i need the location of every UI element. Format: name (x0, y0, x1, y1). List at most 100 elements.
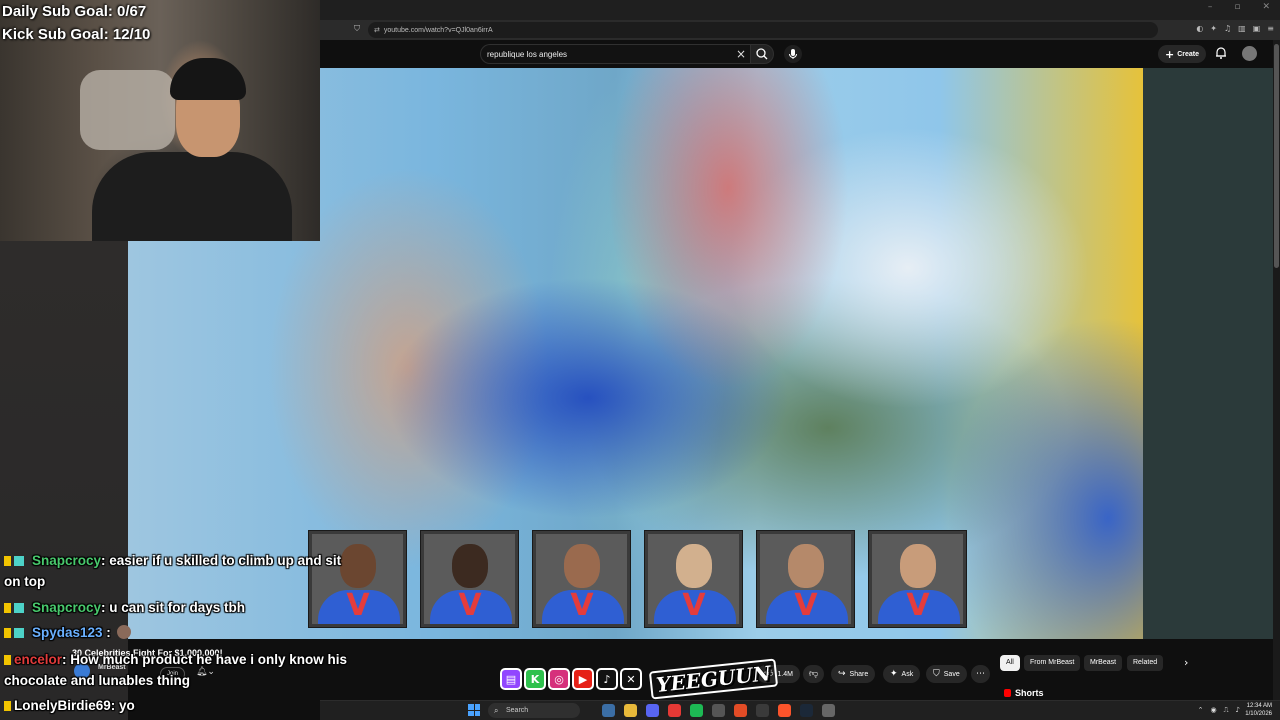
chip-from-mrbeast[interactable]: From MrBeast (1024, 655, 1081, 671)
chevron-right-icon[interactable]: › (1184, 656, 1188, 669)
tray-app-icon[interactable]: ◉ (1211, 706, 1217, 715)
minimize-button[interactable]: – (1208, 2, 1213, 12)
thumbs-down-icon: 👎︎ (809, 669, 819, 679)
sidebar-icon[interactable]: ▥ (1238, 24, 1246, 33)
contestant-card: V (309, 531, 406, 627)
address-bar-row: ⛉ ⇄ youtube.com/watch?v=QJl0an6irrA ◐ ✦ … (320, 20, 1280, 40)
search-input-value[interactable]: republique los angeles (487, 50, 567, 59)
create-button[interactable]: + Create (1158, 45, 1207, 63)
shorts-label: Shorts (1015, 688, 1044, 698)
contestant-face (788, 544, 824, 588)
dislike-button[interactable]: 👎︎ (803, 665, 825, 683)
address-bar[interactable]: ⇄ youtube.com/watch?v=QJl0an6irrA (368, 22, 1158, 38)
obs-icon[interactable] (712, 704, 725, 717)
ask-button[interactable]: ✦ Ask (883, 665, 921, 683)
maximize-button[interactable]: ▫ (1234, 2, 1240, 12)
media-app-icon[interactable] (668, 704, 681, 717)
chat-text: : u can sit for days tbh (101, 600, 246, 615)
video-side-panel (1143, 68, 1273, 639)
save-label: Save (943, 670, 960, 678)
bookmark-icon[interactable]: ⛉ (354, 24, 360, 34)
clear-search-icon[interactable]: × (736, 47, 746, 61)
kick-icon: K (524, 668, 546, 690)
subscription-bell-icon[interactable]: 🔔︎⌄ (196, 667, 215, 677)
chip-mrbeast[interactable]: MrBeast (1084, 655, 1123, 671)
contestant-card: V (757, 531, 854, 627)
more-actions-button[interactable]: ⋯ (971, 665, 990, 683)
scrollbar-thumb[interactable] (1274, 44, 1279, 268)
tiktok-icon: ♪ (596, 668, 618, 690)
chat-username: Snapcrocy (32, 600, 102, 615)
window-controls: – ▫ ✕ (1208, 2, 1270, 12)
sub-badge-icon (4, 628, 11, 638)
extensions-icon[interactable]: ✦ (1210, 24, 1217, 33)
contestant-card: V (645, 531, 742, 627)
share-icon: ↪ (838, 669, 846, 679)
contestant-face (340, 544, 376, 588)
taskbar-search[interactable]: ⌕ Search (488, 703, 580, 718)
kick-sub-goal: Kick Sub Goal: 12/10 (2, 26, 151, 43)
chrome-icon[interactable] (734, 704, 747, 717)
search-icon: ⌕ (494, 706, 499, 715)
extension-icon[interactable]: ◐ (1196, 24, 1203, 33)
instagram-icon: ◎ (548, 668, 570, 690)
steam-icon[interactable] (800, 704, 813, 717)
contestant-face (676, 544, 712, 588)
chat-username: Snapcrocy (32, 553, 102, 568)
site-info-icon[interactable]: ⇄ (374, 26, 380, 34)
discord-icon[interactable] (646, 704, 659, 717)
volume-icon[interactable]: ♪ (1236, 706, 1240, 715)
browser-toolbar-icons: ◐ ✦ ♫ ▥ ▣ ≡ (1196, 24, 1274, 33)
file-explorer-icon[interactable] (624, 704, 637, 717)
v-logo-icon: V (570, 588, 594, 623)
chat-badges (4, 698, 14, 713)
chat-text: : (102, 625, 111, 640)
app-icon[interactable] (756, 704, 769, 717)
wallet-icon[interactable]: ▣ (1253, 24, 1261, 33)
x-icon: ✕ (620, 668, 642, 690)
music-icon[interactable]: ♫ (1224, 24, 1231, 33)
tray-chevron-icon[interactable]: ⌃ (1198, 706, 1204, 715)
brave-icon[interactable] (778, 704, 791, 717)
contestant-card: V (533, 531, 630, 627)
task-view-icon[interactable] (602, 704, 615, 717)
spotify-icon[interactable] (690, 704, 703, 717)
chat-message: Snapcrocy: easier if u skilled to climb … (4, 553, 341, 568)
verified-badge-icon (14, 603, 24, 613)
screen: – ▫ ✕ ⛉ ⇄ youtube.com/watch?v=QJl0an6irr… (0, 0, 1280, 720)
close-window-button[interactable]: ✕ (1262, 2, 1270, 12)
chat-message: Snapcrocy: u can sit for days tbh (4, 600, 245, 615)
bookmark-save-icon: ⛉ (933, 669, 940, 679)
chip-related[interactable]: Related (1127, 655, 1164, 671)
settings-icon[interactable] (822, 704, 835, 717)
v-logo-icon: V (794, 588, 818, 623)
network-icon[interactable]: ⎍ (1224, 706, 1229, 715)
chip-all[interactable]: All (1000, 655, 1020, 671)
menu-icon[interactable]: ≡ (1267, 24, 1274, 33)
search-input[interactable]: republique los angeles × (480, 44, 750, 64)
contestant-cards: V V V V V V (309, 531, 966, 627)
plus-icon: + (1165, 47, 1175, 61)
chat-message: encelor: How much product he have i only… (4, 652, 347, 667)
twitch-icon: ▤ (500, 668, 522, 690)
youtube-icon: ▶ (572, 668, 594, 690)
save-button[interactable]: ⛉ Save (926, 665, 967, 683)
search-button[interactable] (750, 44, 774, 64)
chat-badges (4, 625, 32, 640)
social-links-strip: ▤ K ◎ ▶ ♪ ✕ YEEGUUN (500, 658, 779, 700)
url-text[interactable]: youtube.com/watch?v=QJl0an6irrA (384, 27, 493, 34)
sub-badge-icon (4, 655, 11, 665)
v-logo-icon: V (346, 588, 370, 623)
streamer-hair (170, 58, 246, 100)
microphone-icon (789, 49, 797, 59)
share-button[interactable]: ↪ Share (831, 665, 876, 683)
taskbar-search-label: Search (506, 707, 529, 714)
voice-search-button[interactable] (784, 45, 802, 63)
account-avatar[interactable] (1242, 46, 1257, 61)
chair (80, 70, 175, 150)
share-label: Share (849, 670, 869, 678)
daily-sub-goal: Daily Sub Goal: 0/67 (2, 3, 147, 20)
windows-start-icon[interactable] (468, 704, 480, 716)
taskbar-clock[interactable]: 12:34 AM 1/10/2026 (1245, 702, 1272, 718)
notifications-bell-icon[interactable] (1214, 46, 1228, 60)
